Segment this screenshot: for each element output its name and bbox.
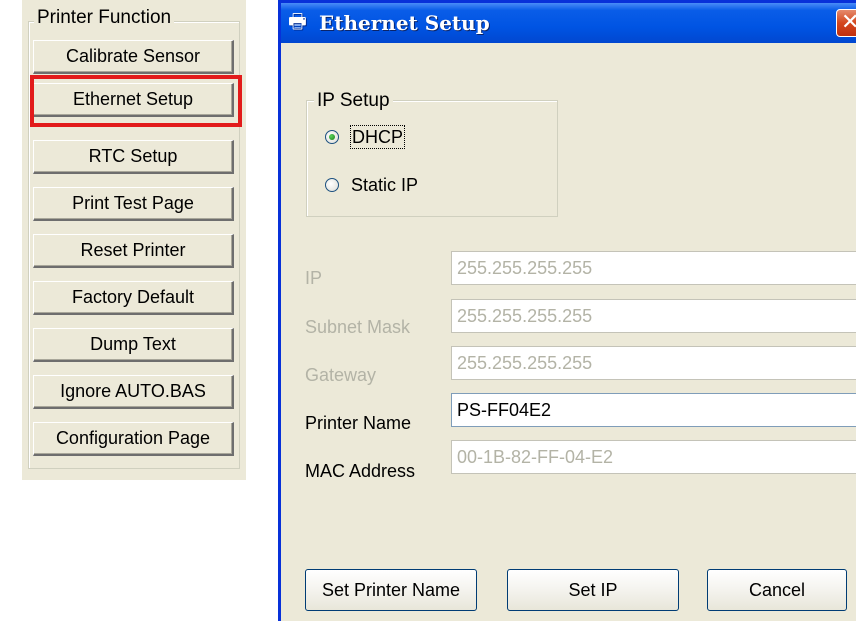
close-icon: ✕	[841, 9, 856, 34]
screenshot-root: Printer Function Calibrate Sensor Ethern…	[0, 0, 856, 621]
gateway-label: Gateway	[305, 365, 377, 385]
printer-name-input[interactable]: PS-FF04E2	[451, 393, 856, 427]
static-ip-radio-option[interactable]: Static IP	[325, 173, 418, 197]
reset-printer-button[interactable]: Reset Printer	[33, 234, 234, 268]
close-button[interactable]: ✕	[836, 9, 856, 37]
ip-label: IP	[305, 268, 323, 288]
ignore-autobas-button[interactable]: Ignore AUTO.BAS	[33, 375, 234, 409]
printer-name-label: Printer Name	[305, 413, 412, 433]
print-test-page-button[interactable]: Print Test Page	[33, 187, 234, 221]
configuration-page-button[interactable]: Configuration Page	[33, 422, 234, 456]
mac-address-label: MAC Address	[305, 461, 416, 481]
dhcp-radio-option[interactable]: DHCP	[325, 125, 406, 149]
gateway-input[interactable]: 255.255.255.255	[451, 346, 856, 380]
set-ip-button[interactable]: Set IP	[507, 569, 679, 611]
dialog-title: Ethernet Setup	[319, 11, 490, 35]
set-printer-name-button[interactable]: Set Printer Name	[305, 569, 477, 611]
subnet-mask-input[interactable]: 255.255.255.255	[451, 299, 856, 333]
printer-function-panel: Printer Function Calibrate Sensor Ethern…	[22, 0, 246, 480]
dialog-titlebar[interactable]: 🖶 Ethernet Setup ✕	[281, 3, 856, 43]
dhcp-radio-button[interactable]	[325, 130, 339, 144]
printer-function-title: Printer Function	[34, 7, 175, 29]
cancel-button[interactable]: Cancel	[707, 569, 847, 611]
ip-input[interactable]: 255.255.255.255	[451, 251, 856, 285]
static-ip-radio-label[interactable]: Static IP	[351, 174, 418, 196]
rtc-setup-button[interactable]: RTC Setup	[33, 140, 234, 174]
ethernet-setup-button[interactable]: Ethernet Setup	[33, 83, 234, 117]
mac-address-input[interactable]: 00-1B-82-FF-04-E2	[451, 440, 856, 474]
ip-setup-groupbox	[306, 100, 558, 217]
ip-setup-legend: IP Setup	[314, 90, 393, 112]
static-ip-radio-button[interactable]	[325, 178, 339, 192]
printer-icon: 🖶	[288, 11, 307, 33]
calibrate-sensor-button[interactable]: Calibrate Sensor	[33, 40, 234, 74]
ethernet-setup-dialog: 🖶 Ethernet Setup ✕ IP Setup DHCP Static …	[278, 0, 856, 621]
factory-default-button[interactable]: Factory Default	[33, 281, 234, 315]
subnet-mask-label: Subnet Mask	[305, 317, 411, 337]
dhcp-radio-label[interactable]: DHCP	[349, 125, 406, 149]
dump-text-button[interactable]: Dump Text	[33, 328, 234, 362]
